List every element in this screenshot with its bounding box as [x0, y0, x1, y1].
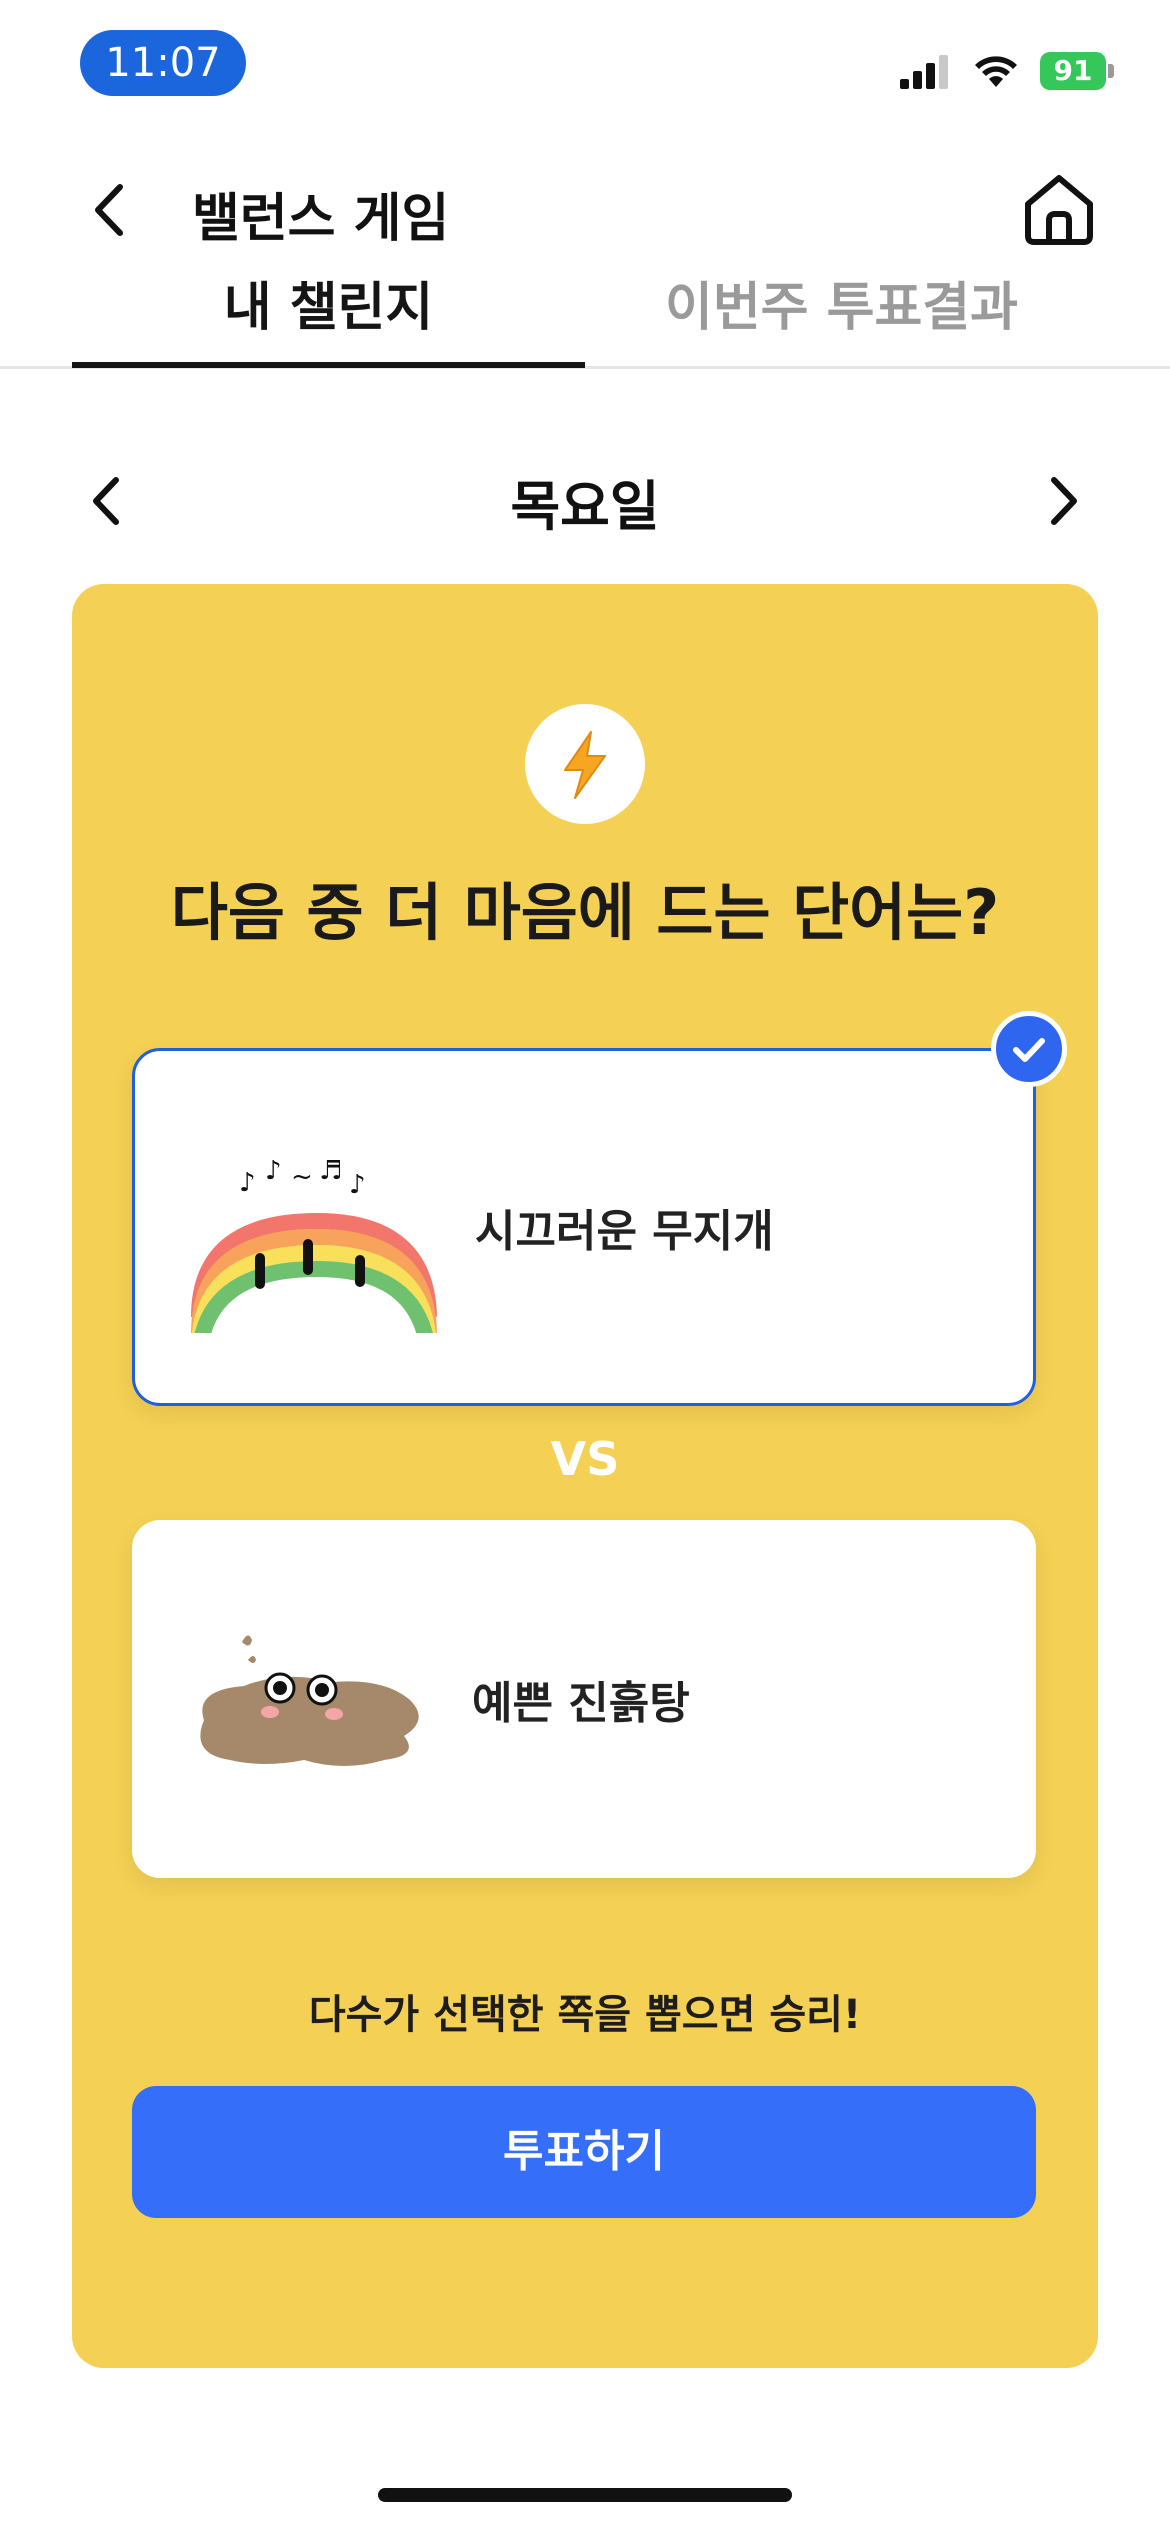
question-text: 다음 중 더 마음에 드는 단어는? [170, 876, 1000, 949]
status-time: 11:07 [80, 30, 246, 96]
next-day-button[interactable] [1032, 468, 1092, 534]
lightning-icon [564, 731, 606, 799]
home-icon [1025, 175, 1093, 245]
chevron-left-icon [95, 184, 123, 236]
svg-text:~: ~ [291, 1162, 313, 1192]
home-indicator-bar [378, 2488, 792, 2502]
option-label-a: 시끄러운 무지개 [475, 1206, 774, 1257]
mud-puddle-illustration [200, 1635, 419, 1766]
status-icons: 91 [900, 46, 1114, 96]
challenge-card: 다음 중 더 마음에 드는 단어는? ♪ ♪ ~ ♬ ♪ 시끄러운 무지개 VS… [72, 584, 1098, 2368]
tab-my-challenge[interactable]: 내 챌린지 [72, 268, 585, 368]
previous-day-button[interactable] [78, 468, 138, 534]
battery-cap [1108, 64, 1114, 78]
svg-text:♪: ♪ [349, 1170, 366, 1200]
signal-icon [900, 55, 948, 89]
lightning-icon-badge [525, 704, 645, 824]
svg-text:♪: ♪ [239, 1168, 256, 1198]
svg-text:♬: ♬ [319, 1156, 342, 1186]
vs-label: VS [550, 1432, 620, 1486]
chevron-left-icon [93, 477, 119, 525]
tab-weekly-results[interactable]: 이번주 투표결과 [585, 268, 1098, 368]
wifi-icon [975, 56, 1017, 87]
active-tab-indicator [72, 362, 585, 368]
home-button[interactable] [1018, 168, 1100, 250]
battery-indicator: 91 [1040, 52, 1114, 90]
page-title: 밸런스 게임 [192, 189, 450, 249]
singing-rainbow-illustration: ♪ ♪ ~ ♬ ♪ [187, 1156, 437, 1351]
day-label: 목요일 [510, 475, 660, 538]
option-card-a[interactable]: ♪ ♪ ~ ♬ ♪ 시끄러운 무지개 [132, 1011, 1067, 1406]
svg-text:♪: ♪ [265, 1156, 282, 1186]
balance-game-screen: 11:07 91 밸런스 게임 내 챌린지 이번주 투표결과 목요일 다음 중 … [0, 0, 1170, 2532]
vote-button[interactable]: 투표하기 [132, 2086, 1036, 2218]
tab-bar: 내 챌린지 이번주 투표결과 [72, 268, 1098, 368]
option-card-b[interactable]: 예쁜 진흙탕 [132, 1520, 1036, 1878]
win-hint-text: 다수가 선택한 쪽을 뽑으면 승리! [308, 1992, 862, 2038]
option-label-b: 예쁜 진흙탕 [472, 1678, 690, 1729]
check-icon [1013, 1038, 1045, 1062]
back-button[interactable] [80, 175, 140, 245]
battery-level: 91 [1040, 52, 1106, 90]
chevron-right-icon [1051, 477, 1077, 525]
selected-check-badge [991, 1011, 1067, 1087]
